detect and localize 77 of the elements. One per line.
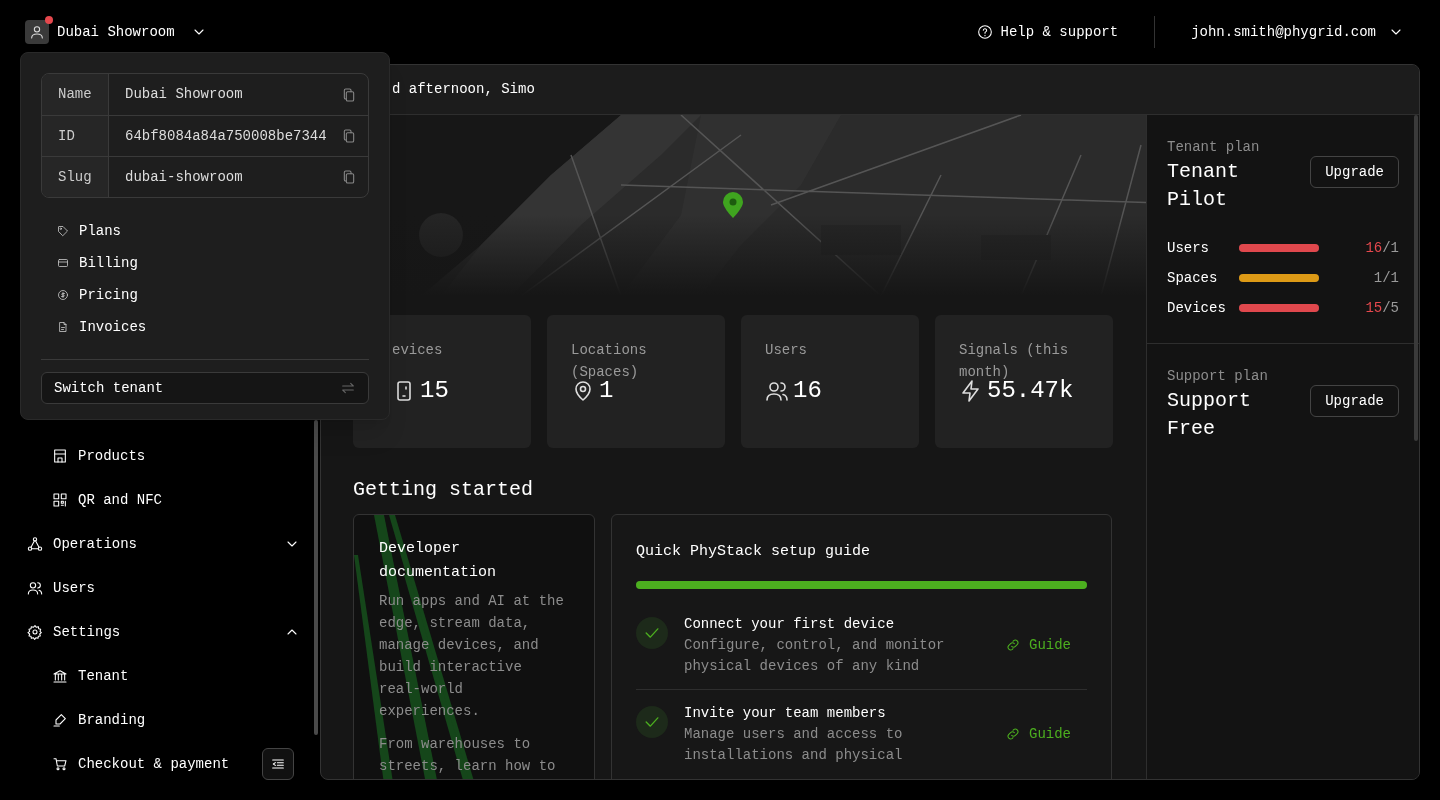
scrollbar[interactable] <box>314 420 318 735</box>
link-icon <box>1005 726 1021 742</box>
copy-icon <box>341 128 357 144</box>
scrollbar[interactable] <box>1414 115 1418 441</box>
sidebar-item[interactable]: Users <box>0 566 320 610</box>
sidebar-item[interactable]: Tenant <box>0 654 320 698</box>
users-icon <box>765 379 789 403</box>
stat-label: Signals (this month) <box>959 341 1069 380</box>
plan-label: Support plan <box>1167 367 1269 386</box>
sidebar-item[interactable]: QR and NFC <box>0 478 320 522</box>
detail-label: ID <box>42 116 109 156</box>
usage-count: 1/1 <box>1372 268 1399 288</box>
card-title: Developer documentation <box>379 539 498 583</box>
settings-icon <box>27 624 43 640</box>
sidebar-item[interactable]: Checkout & payment <box>0 742 320 786</box>
step-description: Manage users and access to installations and physical <box>684 725 904 765</box>
copy-icon <box>341 169 357 185</box>
greeting-text: d afternoon, Simo <box>392 80 535 99</box>
sidebar-item[interactable]: Products <box>0 434 320 478</box>
detail-value: dubai-showroom <box>124 167 244 187</box>
store-icon <box>52 448 68 464</box>
stat-label: evices <box>392 341 444 360</box>
stat-value: 16 <box>793 376 822 406</box>
qr-code-icon <box>52 492 68 508</box>
card-description: From warehouses to streets, learn how to <box>379 735 557 776</box>
sidebar-item[interactable]: Branding <box>0 698 320 742</box>
menu-item[interactable]: Plans <box>41 215 369 247</box>
guide-link[interactable]: Guide <box>1005 634 1071 656</box>
upgrade-button[interactable]: Upgrade <box>1310 156 1399 188</box>
sidebar-item[interactable]: Operations <box>0 522 320 566</box>
plan-label: Tenant plan <box>1167 138 1261 157</box>
card-description: Run apps and AI at the edge, stream data, manage devices, and build interactive real-world experiences. <box>379 592 565 721</box>
plan-name: Tenant Pilot <box>1167 159 1240 213</box>
detail-label: Slug <box>42 157 109 197</box>
document-icon <box>57 321 69 333</box>
help-icon <box>976 24 993 40</box>
upgrade-button[interactable]: Upgrade <box>1310 385 1399 417</box>
sidebar-item[interactable]: Settings <box>0 610 320 654</box>
step-description: Configure, control, and monitor physical devices of any kind <box>684 636 946 676</box>
detail-value: Dubai Showroom <box>124 85 244 104</box>
menu-item[interactable]: Pricing <box>41 279 369 311</box>
card-title: Quick PhyStack setup guide <box>636 542 872 562</box>
plan-name: Support Free <box>1167 388 1252 442</box>
brush-icon <box>52 712 68 728</box>
menu-item[interactable]: Billing <box>41 247 369 279</box>
nodes-icon <box>27 536 43 552</box>
step-title: Invite your team members <box>684 704 887 723</box>
users-icon <box>27 580 43 596</box>
step-title: Connect your first device <box>684 615 896 634</box>
switch-tenant-button[interactable]: Switch tenant <box>41 372 369 404</box>
usage-count: 16/1 <box>1364 238 1399 258</box>
link-icon <box>1005 637 1021 653</box>
help-link[interactable]: Help & support <box>976 21 1119 43</box>
menu-item[interactable]: Invoices <box>41 311 369 343</box>
usage-label: Users <box>1167 238 1210 258</box>
tenant-switcher[interactable]: Dubai Showroom <box>25 20 207 44</box>
credit-card-icon <box>57 257 69 269</box>
guide-link[interactable]: Guide <box>1005 723 1071 745</box>
stat-label: Users <box>765 341 808 360</box>
account-menu[interactable]: john.smith@phygrid.com <box>1191 21 1404 43</box>
stat-value: 15 <box>420 376 449 406</box>
map-pin-icon[interactable] <box>723 192 743 218</box>
bank-icon <box>52 668 68 684</box>
dollar-icon <box>57 289 69 301</box>
swap-icon <box>340 380 356 396</box>
docs-card[interactable]: Developer documentation Run apps and AI at the edge, stream data, manage devices, and build interactive real-world experiences. From warehouses to streets, learn how to <box>353 514 595 779</box>
section-heading: Getting started <box>353 477 535 503</box>
collapse-sidebar-button[interactable] <box>262 748 294 780</box>
detail-value: 64bf8084a84a750008be7344 <box>124 126 328 146</box>
cart-icon <box>52 756 68 772</box>
usage-label: Spaces <box>1167 268 1219 288</box>
tag-icon <box>57 225 69 237</box>
copy-icon <box>341 86 357 103</box>
usage-count: 15/5 <box>1364 298 1399 318</box>
usage-label: Devices <box>1167 298 1227 318</box>
detail-label: Name <box>42 74 109 115</box>
collapse-icon <box>270 756 286 772</box>
